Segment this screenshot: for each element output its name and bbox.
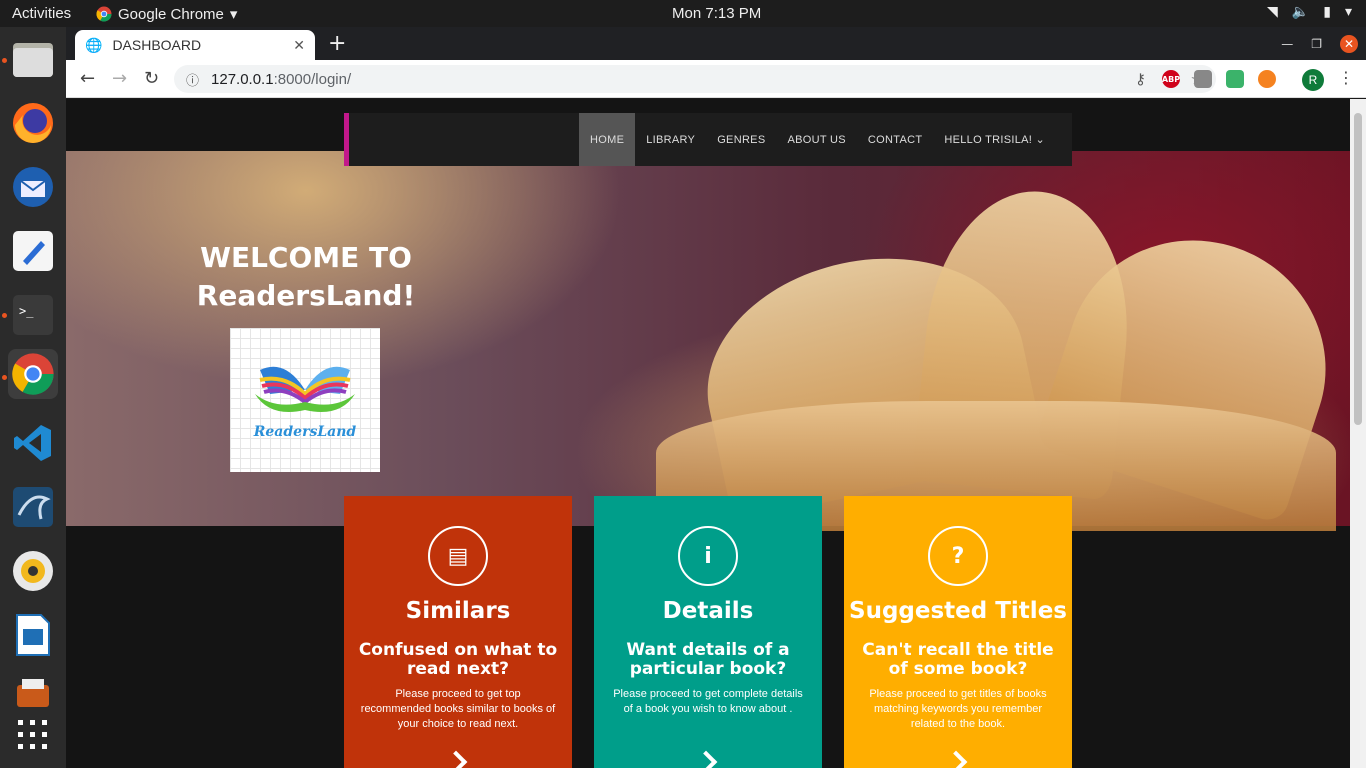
extension-icon[interactable] — [1226, 70, 1244, 88]
arrow-right-icon[interactable] — [444, 750, 468, 768]
terminal-icon[interactable]: >_ — [8, 290, 58, 340]
url-host: 127.0.0.1 — [211, 70, 274, 88]
card-details[interactable]: i Details Want details of a particular b… — [594, 496, 822, 768]
new-tab-button[interactable]: + — [328, 31, 346, 56]
logo-text: ReadersLand — [253, 424, 357, 440]
text-editor-icon[interactable] — [8, 226, 58, 276]
readersland-logo: ReadersLand — [230, 328, 380, 472]
card-subtitle: Confused on what to read next? — [358, 640, 558, 679]
dock: >_ — [0, 27, 66, 768]
card-subtitle: Can't recall the title of some book? — [862, 640, 1054, 679]
nav-library[interactable]: LIBRARY — [635, 113, 706, 166]
chevron-down-icon: ▾ — [1344, 4, 1352, 20]
card-title: Details — [662, 598, 754, 624]
wifi-icon: ◥ — [1267, 4, 1278, 20]
arrow-right-icon[interactable] — [944, 750, 968, 768]
card-suggested-titles[interactable]: ? Suggested Titles Can't recall the titl… — [844, 496, 1072, 768]
welcome-heading: WELCOME TO ReadersLand! — [176, 239, 436, 315]
page-scrollbar[interactable] — [1350, 99, 1366, 768]
welcome-line-2: ReadersLand! — [196, 279, 416, 312]
card-similars[interactable]: ▤ Similars Confused on what to read next… — [344, 496, 572, 768]
url-path: :8000/login/ — [273, 70, 352, 88]
kebab-menu-icon[interactable]: ⋮ — [1338, 68, 1354, 87]
chevron-down-icon: ▾ — [229, 6, 238, 23]
adblock-plus-icon[interactable]: ABP — [1162, 70, 1180, 88]
url-text: 127.0.0.1:8000/login/ — [211, 71, 351, 88]
firefox-icon[interactable] — [8, 98, 58, 148]
show-applications-icon[interactable] — [8, 710, 58, 760]
welcome-line-1: WELCOME TO — [200, 241, 412, 274]
activities-button[interactable]: Activities — [12, 5, 71, 22]
files-icon[interactable] — [8, 34, 58, 84]
mysql-workbench-icon[interactable] — [8, 482, 58, 532]
browser-window: 🌐 DASHBOARD ✕ + — ❐ ✕ ← → ↻ ⓘ 127.0.0.1:… — [66, 27, 1366, 768]
key-icon[interactable]: ⚷ — [1135, 70, 1146, 88]
close-window-icon[interactable]: ✕ — [1340, 35, 1358, 53]
nav-contact[interactable]: CONTACT — [857, 113, 933, 166]
running-indicator — [2, 58, 7, 63]
system-top-bar: Activities Google Chrome ▾ Mon 7:13 PM ◥… — [0, 0, 1366, 27]
scrollbar-thumb[interactable] — [1354, 113, 1362, 425]
bug-extension-icon[interactable] — [1194, 70, 1212, 88]
book-icon: ▤ — [428, 526, 488, 586]
card-text: Please proceed to get top recommended bo… — [360, 688, 556, 730]
minimize-icon[interactable]: — — [1281, 37, 1293, 51]
battery-icon: ▮ — [1323, 4, 1331, 20]
extension-icon[interactable] — [1258, 70, 1276, 88]
window-controls: — ❐ ✕ — [1281, 35, 1358, 53]
reload-icon[interactable]: ↻ — [144, 68, 159, 89]
info-icon: i — [678, 526, 738, 586]
nav-genres[interactable]: GENRES — [706, 113, 776, 166]
back-icon[interactable]: ← — [80, 68, 95, 89]
nav-home[interactable]: HOME — [579, 113, 636, 166]
tab-title: DASHBOARD — [112, 37, 202, 53]
chrome-dock-icon[interactable] — [8, 349, 58, 399]
libreoffice-impress-icon[interactable] — [8, 610, 58, 660]
volume-icon: 🔈 — [1291, 4, 1310, 20]
vscode-icon[interactable] — [8, 418, 58, 468]
maximize-icon[interactable]: ❐ — [1311, 37, 1322, 51]
rhythmbox-icon[interactable] — [8, 546, 58, 596]
svg-text:>_: >_ — [19, 304, 34, 318]
info-icon[interactable]: ⓘ — [186, 70, 199, 89]
card-text: Please proceed to get titles of books ma… — [869, 688, 1047, 730]
system-tray[interactable]: ◥ 🔈 ▮ ▾ — [1267, 4, 1352, 20]
card-title: Suggested Titles — [849, 598, 1067, 624]
forward-icon[interactable]: → — [112, 68, 127, 89]
card-subtitle: Want details of a particular book? — [626, 640, 790, 679]
question-icon: ? — [928, 526, 988, 586]
tab-dashboard[interactable]: 🌐 DASHBOARD ✕ — [75, 30, 315, 60]
thunderbird-icon[interactable] — [8, 162, 58, 212]
close-tab-icon[interactable]: ✕ — [293, 37, 305, 54]
main-nav: HOME LIBRARY GENRES ABOUT US CONTACT HEL… — [344, 113, 1072, 166]
arrow-right-icon[interactable] — [694, 750, 718, 768]
tab-strip: 🌐 DASHBOARD ✕ + — ❐ ✕ — [66, 27, 1366, 60]
chrome-icon — [96, 6, 112, 22]
running-indicator — [2, 375, 7, 380]
browser-toolbar: ← → ↻ ⓘ 127.0.0.1:8000/login/ ⚷ ⊖ ☆ ABP … — [66, 60, 1366, 98]
globe-icon: 🌐 — [85, 36, 103, 53]
clock[interactable]: Mon 7:13 PM — [672, 5, 761, 22]
app-menu[interactable]: Google Chrome ▾ — [96, 5, 237, 23]
running-indicator — [2, 313, 7, 318]
address-bar[interactable]: ⓘ 127.0.0.1:8000/login/ ⚷ ⊖ ☆ — [174, 65, 1216, 93]
nav-user-menu[interactable]: HELLO TRISILA! ⌄ — [933, 113, 1056, 166]
app-name: Google Chrome — [118, 5, 224, 23]
page-viewport: HOME LIBRARY GENRES ABOUT US CONTACT HEL… — [66, 99, 1366, 768]
nav-about-us[interactable]: ABOUT US — [776, 113, 856, 166]
profile-avatar[interactable]: R — [1302, 69, 1324, 91]
card-text: Please proceed to get complete details o… — [613, 688, 803, 715]
card-title: Similars — [405, 598, 511, 624]
open-book-logo-icon — [255, 366, 355, 412]
